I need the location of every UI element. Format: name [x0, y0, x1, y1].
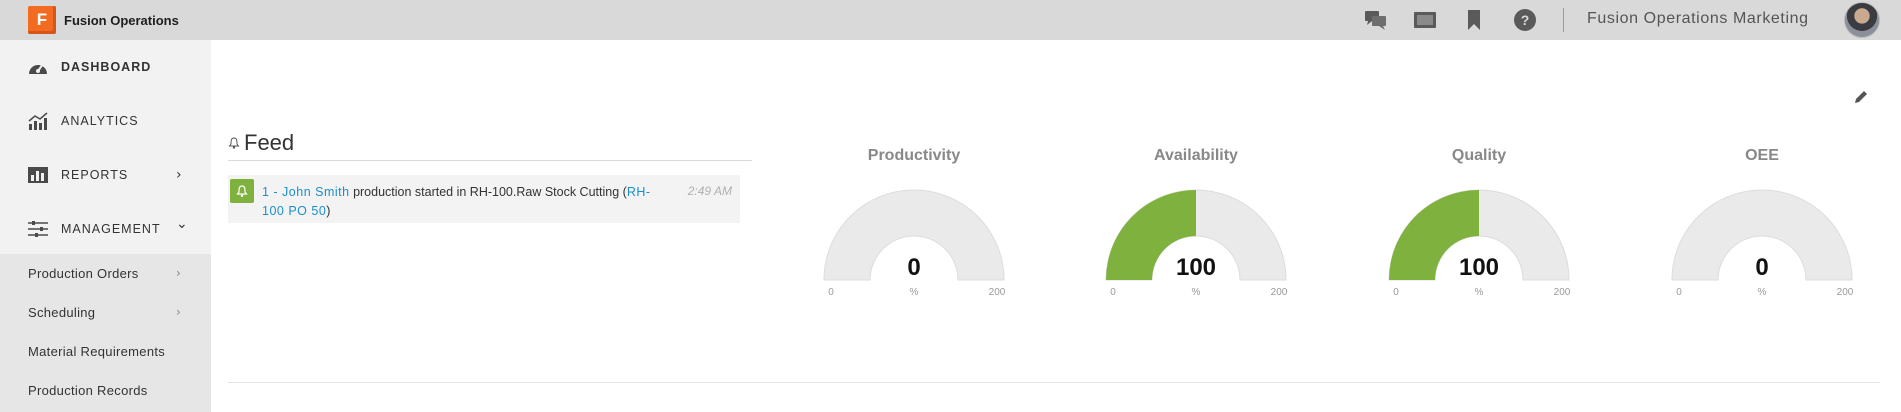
feed-message-text: production started in RH-100.Raw Stock C…	[349, 185, 627, 199]
pencil-icon	[1855, 91, 1867, 103]
submenu-item-label: Production Records	[28, 382, 148, 398]
chevron-right-icon: ›	[176, 305, 181, 319]
sidebar-item-reports[interactable]: REPORTS ›	[0, 148, 211, 202]
sliders-icon	[27, 219, 49, 239]
kpi-min: 0	[1393, 287, 1399, 298]
top-bar: F Fusion Operations ? Fusion Operations …	[0, 0, 1901, 40]
user-avatar[interactable]	[1844, 2, 1880, 38]
kpi-title: Productivity	[867, 147, 961, 164]
kpi-availability[interactable]: Availability 100 % 0 200	[1096, 145, 1296, 305]
kpi-value: 0	[1755, 254, 1769, 281]
chat-icon[interactable]	[1362, 6, 1390, 34]
feed-divider	[228, 160, 752, 161]
submenu-item-label: Scheduling	[28, 304, 96, 320]
app-name: Fusion Operations	[64, 12, 179, 28]
kpi-min: 0	[1676, 287, 1682, 298]
chevron-right-icon: ›	[176, 167, 182, 183]
chevron-down-icon: ⌄	[176, 216, 188, 232]
tenant-name[interactable]: Fusion Operations Marketing	[1587, 10, 1809, 28]
kpi-max: 200	[1553, 287, 1571, 298]
sidebar-item-analytics[interactable]: ANALYTICS	[0, 94, 211, 148]
kpi-value: 100	[1458, 254, 1500, 281]
submenu-item-scheduling[interactable]: Scheduling ›	[0, 293, 211, 331]
feed-timestamp: 2:49 AM	[687, 184, 732, 198]
kpi-title: OEE	[1745, 147, 1779, 164]
feed-message-end: )	[326, 204, 331, 218]
brand[interactable]: F Fusion Operations	[28, 6, 179, 34]
kpi-min: 0	[828, 287, 834, 298]
submenu-item-label: Production Orders	[28, 265, 139, 281]
kpi-value: 0	[907, 254, 921, 281]
kpi-min: 0	[1110, 287, 1116, 298]
section-divider	[228, 382, 1880, 383]
bookmark-icon[interactable]	[1460, 6, 1488, 34]
kpi-productivity[interactable]: Productivity 0 % 0 200	[814, 145, 1014, 305]
feed-message: 1 - John Smith production started in RH-…	[262, 183, 672, 221]
kpi-max: 200	[1270, 287, 1288, 298]
submenu-item-label: Material Requirements	[28, 343, 166, 359]
bell-icon	[228, 137, 240, 149]
feed-header: Feed	[228, 130, 294, 156]
sidebar: DASHBOARD ANALYTICS REPORTS › MANAGEMENT…	[0, 40, 211, 412]
sidebar-item-label: MANAGEMENT	[61, 222, 161, 236]
feed-item: 1 - John Smith production started in RH-…	[228, 175, 740, 223]
topbar-divider	[1563, 8, 1564, 32]
submenu-item-material-requirements[interactable]: Material Requirements	[0, 332, 211, 370]
kpi-value: 100	[1175, 254, 1217, 281]
analytics-chart-icon	[27, 111, 49, 131]
feed-title: Feed	[244, 130, 295, 155]
submenu-item-production-orders[interactable]: Production Orders ›	[0, 254, 211, 292]
submenu-item-production-records[interactable]: Production Records	[0, 371, 211, 409]
gauge-icon	[27, 57, 49, 77]
kpi-max: 200	[988, 287, 1006, 298]
notification-bell-icon	[230, 179, 254, 203]
sidebar-item-label: DASHBOARD	[61, 60, 152, 74]
svg-text:?: ?	[1521, 12, 1530, 28]
kpi-title: Quality	[1451, 147, 1507, 164]
kpi-max: 200	[1836, 287, 1854, 298]
sidebar-item-dashboard[interactable]: DASHBOARD	[0, 40, 211, 94]
sidebar-item-label: ANALYTICS	[61, 114, 139, 128]
kpi-oee[interactable]: OEE 0 % 0 200	[1662, 145, 1862, 305]
chevron-right-icon: ›	[176, 266, 181, 280]
app-logo: F	[28, 6, 56, 34]
kpi-quality[interactable]: Quality 100 % 0 200	[1379, 145, 1579, 305]
kpi-title: Availability	[1154, 147, 1238, 164]
edit-dashboard-button[interactable]	[1850, 86, 1872, 108]
sidebar-item-management[interactable]: MANAGEMENT ⌄	[0, 202, 211, 256]
management-submenu: Production Orders › Scheduling › Materia…	[0, 254, 211, 412]
sidebar-item-label: REPORTS	[61, 168, 129, 182]
help-icon[interactable]: ?	[1511, 6, 1539, 34]
feed-user-link[interactable]: 1 - John Smith	[262, 185, 350, 199]
reports-bars-icon	[27, 165, 49, 185]
tablet-icon[interactable]	[1411, 6, 1439, 34]
